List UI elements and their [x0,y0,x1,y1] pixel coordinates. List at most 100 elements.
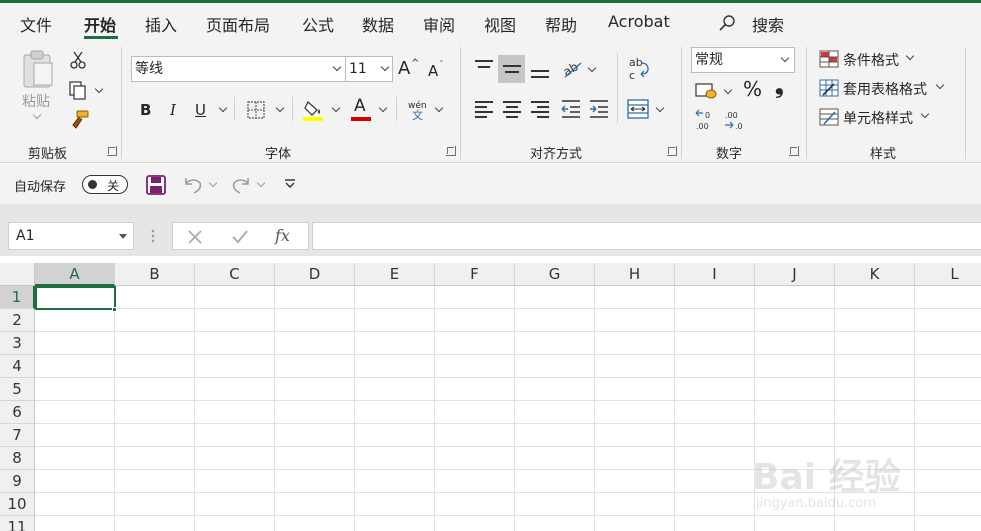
column-header-j[interactable]: J [755,263,835,286]
decrease-indent-icon[interactable] [560,99,582,119]
underline-button[interactable]: U [195,101,206,119]
row-header-8[interactable]: 8 [0,447,35,470]
align-middle-button[interactable] [498,55,525,83]
number-format-select[interactable]: 常规 [691,47,795,73]
chevron-down-icon[interactable] [905,51,915,61]
dialog-launcher-icon[interactable] [789,146,799,156]
row-header-3[interactable]: 3 [0,332,35,355]
chevron-down-icon[interactable] [256,178,266,188]
decrease-font-size-button[interactable]: A [428,62,438,80]
save-icon[interactable] [146,175,166,195]
paste-icon[interactable] [20,49,56,89]
row-header-7[interactable]: 7 [0,424,35,447]
column-header-g[interactable]: G [515,263,595,286]
column-header-l[interactable]: L [915,263,981,286]
chevron-down-icon[interactable] [378,103,388,113]
font-size-select[interactable]: 11 [345,56,393,82]
chevron-down-icon[interactable] [434,103,444,113]
fill-color-icon[interactable] [303,98,325,122]
column-header-k[interactable]: K [835,263,915,286]
chevron-down-icon[interactable] [218,103,228,113]
chevron-down-icon[interactable] [32,110,42,120]
undo-icon[interactable] [182,175,204,195]
tab-formulas[interactable]: 公式 [302,12,334,36]
fill-handle[interactable] [112,307,117,312]
search-icon[interactable] [719,15,735,31]
enter-check-icon[interactable] [231,229,249,245]
dialog-launcher-icon[interactable] [667,146,677,156]
formula-input[interactable] [312,222,981,250]
wrap-text-icon[interactable]: ab c [627,56,651,82]
row-header-6[interactable]: 6 [0,401,35,424]
column-header-b[interactable]: B [115,263,195,286]
chevron-down-icon[interactable] [587,63,597,73]
row-header-5[interactable]: 5 [0,378,35,401]
tab-view[interactable]: 视图 [484,12,516,36]
border-icon[interactable] [246,100,266,120]
chevron-down-icon[interactable] [208,178,218,188]
splitter-handle-icon[interactable] [150,228,156,244]
increase-indent-icon[interactable] [588,99,610,119]
column-header-f[interactable]: F [435,263,515,286]
tab-page-layout[interactable]: 页面布局 [206,12,270,36]
customize-qat-icon[interactable] [284,178,296,190]
dialog-launcher-icon[interactable] [107,146,117,156]
row-header-1[interactable]: 1 [0,286,35,309]
orientation-icon[interactable]: ab [561,57,585,79]
paste-label[interactable]: 粘贴 [22,91,50,111]
increase-decimal-icon[interactable]: 0 .00 [695,109,717,131]
format-painter-icon[interactable] [68,109,90,131]
column-header-d[interactable]: D [275,263,355,286]
accounting-format-icon[interactable] [695,81,719,101]
percent-style-button[interactable]: % [743,79,762,99]
chevron-down-icon[interactable] [723,85,733,95]
increase-font-size-button[interactable]: A [398,60,410,78]
column-header-i[interactable]: I [675,263,755,286]
tab-help[interactable]: 帮助 [545,12,577,36]
insert-function-button[interactable]: fx [275,226,290,245]
conditional-format-button[interactable]: 条件格式 [843,50,899,70]
decrease-decimal-icon[interactable]: .00 .0 [723,109,747,131]
tab-acrobat[interactable]: Acrobat [608,12,670,31]
column-header-e[interactable]: E [355,263,435,286]
bold-button[interactable]: B [140,101,151,119]
tab-home[interactable]: 开始 [84,12,116,36]
tab-file[interactable]: 文件 [20,12,52,36]
tab-review[interactable]: 审阅 [423,12,455,36]
active-cell-a1[interactable] [35,286,116,310]
search-label[interactable]: 搜索 [752,12,784,36]
row-header-9[interactable]: 9 [0,470,35,493]
row-header-2[interactable]: 2 [0,309,35,332]
merge-center-icon[interactable] [627,99,649,119]
chevron-down-icon[interactable] [655,103,665,113]
column-header-c[interactable]: C [195,263,275,286]
chevron-down-icon[interactable] [275,103,285,113]
chevron-down-icon[interactable] [935,80,945,90]
chevron-down-icon[interactable] [94,84,104,94]
font-name-select[interactable]: 等线 [131,56,346,82]
row-header-11[interactable]: 11 [0,516,35,531]
dialog-launcher-icon[interactable] [446,146,456,156]
row-header-10[interactable]: 10 [0,493,35,516]
name-box[interactable]: A1 [8,222,134,250]
phonetic-bottom[interactable]: 文 [412,107,423,125]
cancel-icon[interactable] [187,229,203,245]
chevron-down-icon[interactable] [331,103,341,113]
cell-styles-icon[interactable] [819,108,839,126]
copy-icon[interactable] [68,80,88,100]
cut-icon[interactable] [70,51,86,69]
autosave-toggle[interactable]: 关 [82,175,128,194]
tab-data[interactable]: 数据 [362,12,394,36]
row-header-4[interactable]: 4 [0,355,35,378]
conditional-format-icon[interactable] [819,50,839,68]
select-all-corner[interactable] [0,263,35,286]
cell-styles-button[interactable]: 单元格样式 [843,108,913,128]
italic-button[interactable]: I [170,101,176,119]
font-color-button[interactable]: A [354,97,366,115]
column-header-h[interactable]: H [595,263,675,286]
column-header-a[interactable]: A [35,263,115,286]
format-as-table-button[interactable]: 套用表格格式 [843,79,927,99]
format-as-table-icon[interactable] [819,79,839,97]
comma-style-button[interactable]: ❟ [775,76,784,98]
chevron-down-icon[interactable] [920,109,930,119]
